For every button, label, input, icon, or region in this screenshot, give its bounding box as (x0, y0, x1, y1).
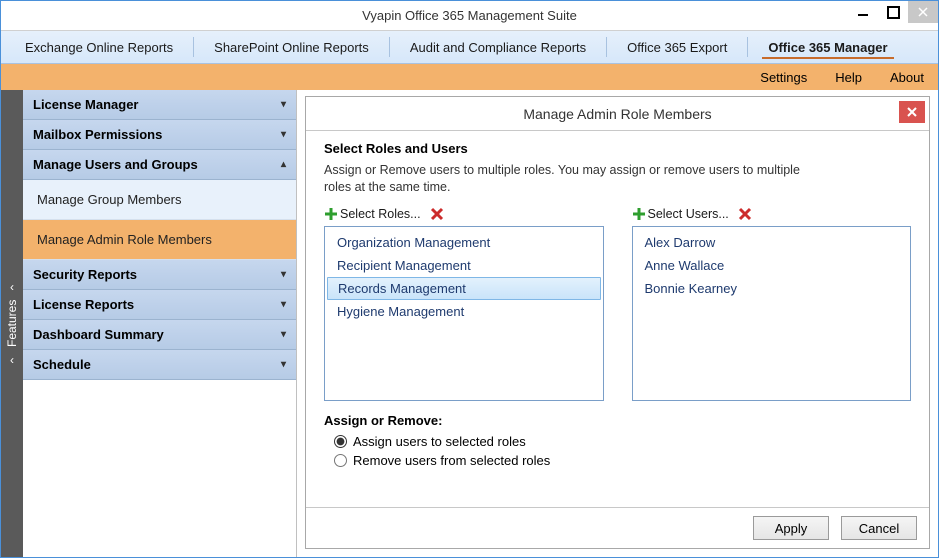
sidebar-category[interactable]: License Manager ▾ (23, 90, 296, 120)
users-listbox[interactable]: Alex DarrowAnne WallaceBonnie Kearney (632, 226, 912, 401)
sidebar-category-label: Security Reports (33, 267, 137, 282)
select-roles-button[interactable]: Select Roles... (324, 207, 421, 221)
panel-header: Manage Admin Role Members (306, 97, 929, 131)
sidebar-category[interactable]: Schedule ▾ (23, 350, 296, 380)
remove-radio-label: Remove users from selected roles (353, 453, 550, 468)
sidebar-category-label: License Manager (33, 97, 139, 112)
chevron-down-icon: ▾ (281, 269, 286, 280)
content-area: Manage Admin Role Members Select Roles a… (297, 90, 938, 557)
assign-remove-block: Assign or Remove: Assign users to select… (324, 413, 911, 470)
titlebar: Vyapin Office 365 Management Suite (1, 1, 938, 31)
subbar: Settings Help About (1, 64, 938, 90)
users-column: Select Users... Alex DarrowAnne WallaceB… (632, 206, 912, 401)
sidebar-subitem[interactable]: Manage Group Members (23, 180, 296, 220)
sidebar-category-label: Mailbox Permissions (33, 127, 162, 142)
chevron-left-icon: ‹ (10, 353, 14, 367)
section-description: Assign or Remove users to multiple roles… (324, 162, 804, 196)
select-users-label: Select Users... (648, 207, 729, 221)
app-body: ‹ Features ‹ License Manager▾Mailbox Per… (1, 90, 938, 557)
panel-body: Select Roles and Users Assign or Remove … (306, 131, 929, 507)
list-item[interactable]: Recipient Management (325, 254, 603, 277)
remove-radio[interactable] (334, 454, 347, 467)
chevron-down-icon: ▾ (281, 299, 286, 310)
list-item[interactable]: Alex Darrow (633, 231, 911, 254)
window-controls (848, 1, 938, 23)
cancel-button[interactable]: Cancel (841, 516, 917, 540)
ribbon-tab[interactable]: Office 365 Manager (752, 31, 903, 63)
roles-tools: Select Roles... (324, 206, 604, 222)
sidebar-category-label: Dashboard Summary (33, 327, 164, 342)
sidebar-subitem[interactable]: Manage Admin Role Members (23, 220, 296, 260)
roles-listbox[interactable]: Organization ManagementRecipient Managem… (324, 226, 604, 401)
list-item[interactable]: Records Management (327, 277, 601, 300)
remove-role-button[interactable] (429, 206, 445, 222)
ribbon-separator (193, 37, 194, 57)
window-title: Vyapin Office 365 Management Suite (362, 8, 577, 23)
sidebar-category-label: Schedule (33, 357, 91, 372)
plus-icon (632, 207, 646, 221)
ribbon-tab[interactable]: Audit and Compliance Reports (394, 31, 602, 63)
assign-radio-row[interactable]: Assign users to selected roles (324, 432, 911, 451)
ribbon-tabs: Exchange Online Reports SharePoint Online… (1, 31, 938, 64)
panel-close-button[interactable] (899, 101, 925, 123)
list-item[interactable]: Organization Management (325, 231, 603, 254)
section-title: Select Roles and Users (324, 141, 911, 156)
ribbon-tab[interactable]: Office 365 Export (611, 31, 743, 63)
close-icon (907, 107, 917, 117)
chevron-down-icon: ▾ (281, 329, 286, 340)
sidebar-category[interactable]: Security Reports ▾ (23, 260, 296, 290)
ribbon-tab[interactable]: Exchange Online Reports (9, 31, 189, 63)
chevron-down-icon: ▾ (281, 129, 286, 140)
remove-radio-row[interactable]: Remove users from selected roles (324, 451, 911, 470)
sidebar-category[interactable]: Dashboard Summary ▾ (23, 320, 296, 350)
sidebar-category-label: License Reports (33, 297, 134, 312)
app-window: Vyapin Office 365 Management Suite Excha… (0, 0, 939, 558)
sidebar-fill (23, 380, 296, 557)
about-link[interactable]: About (890, 70, 924, 85)
chevron-down-icon: ▾ (281, 359, 286, 370)
sidebar-category[interactable]: Mailbox Permissions ▾ (23, 120, 296, 150)
delete-x-icon (430, 207, 444, 221)
help-link[interactable]: Help (835, 70, 862, 85)
select-roles-label: Select Roles... (340, 207, 421, 221)
sidebar-category-label: Manage Users and Groups (33, 157, 198, 172)
roles-users-columns: Select Roles... Organization ManagementR… (324, 206, 911, 401)
minimize-button[interactable] (848, 1, 878, 23)
maximize-button[interactable] (878, 1, 908, 23)
list-item[interactable]: Anne Wallace (633, 254, 911, 277)
roles-column: Select Roles... Organization ManagementR… (324, 206, 604, 401)
panel-footer: Apply Cancel (306, 507, 929, 548)
settings-link[interactable]: Settings (760, 70, 807, 85)
ribbon-tab[interactable]: SharePoint Online Reports (198, 31, 385, 63)
sidebar-category[interactable]: Manage Users and Groups ▴ (23, 150, 296, 180)
users-tools: Select Users... (632, 206, 912, 222)
ribbon-separator (747, 37, 748, 57)
ribbon-separator (606, 37, 607, 57)
panel-title: Manage Admin Role Members (523, 106, 711, 122)
chevron-down-icon: ▾ (281, 99, 286, 110)
features-rail-label: Features (5, 300, 19, 347)
chevron-up-icon: ▴ (281, 159, 286, 170)
assign-remove-title: Assign or Remove: (324, 413, 911, 428)
list-item[interactable]: Hygiene Management (325, 300, 603, 323)
remove-user-button[interactable] (737, 206, 753, 222)
assign-radio-label: Assign users to selected roles (353, 434, 526, 449)
close-icon (918, 7, 928, 17)
apply-button[interactable]: Apply (753, 516, 829, 540)
ribbon-separator (389, 37, 390, 57)
features-rail[interactable]: ‹ Features ‹ (1, 90, 23, 557)
delete-x-icon (738, 207, 752, 221)
plus-icon (324, 207, 338, 221)
window-close-button[interactable] (908, 1, 938, 23)
manage-admin-role-panel: Manage Admin Role Members Select Roles a… (305, 96, 930, 549)
select-users-button[interactable]: Select Users... (632, 207, 729, 221)
assign-radio[interactable] (334, 435, 347, 448)
sidebar: License Manager ▾ Mailbox Permissions ▾ Mana… (23, 90, 297, 557)
list-item[interactable]: Bonnie Kearney (633, 277, 911, 300)
sidebar-category[interactable]: License Reports ▾ (23, 290, 296, 320)
chevron-left-icon: ‹ (10, 280, 14, 294)
